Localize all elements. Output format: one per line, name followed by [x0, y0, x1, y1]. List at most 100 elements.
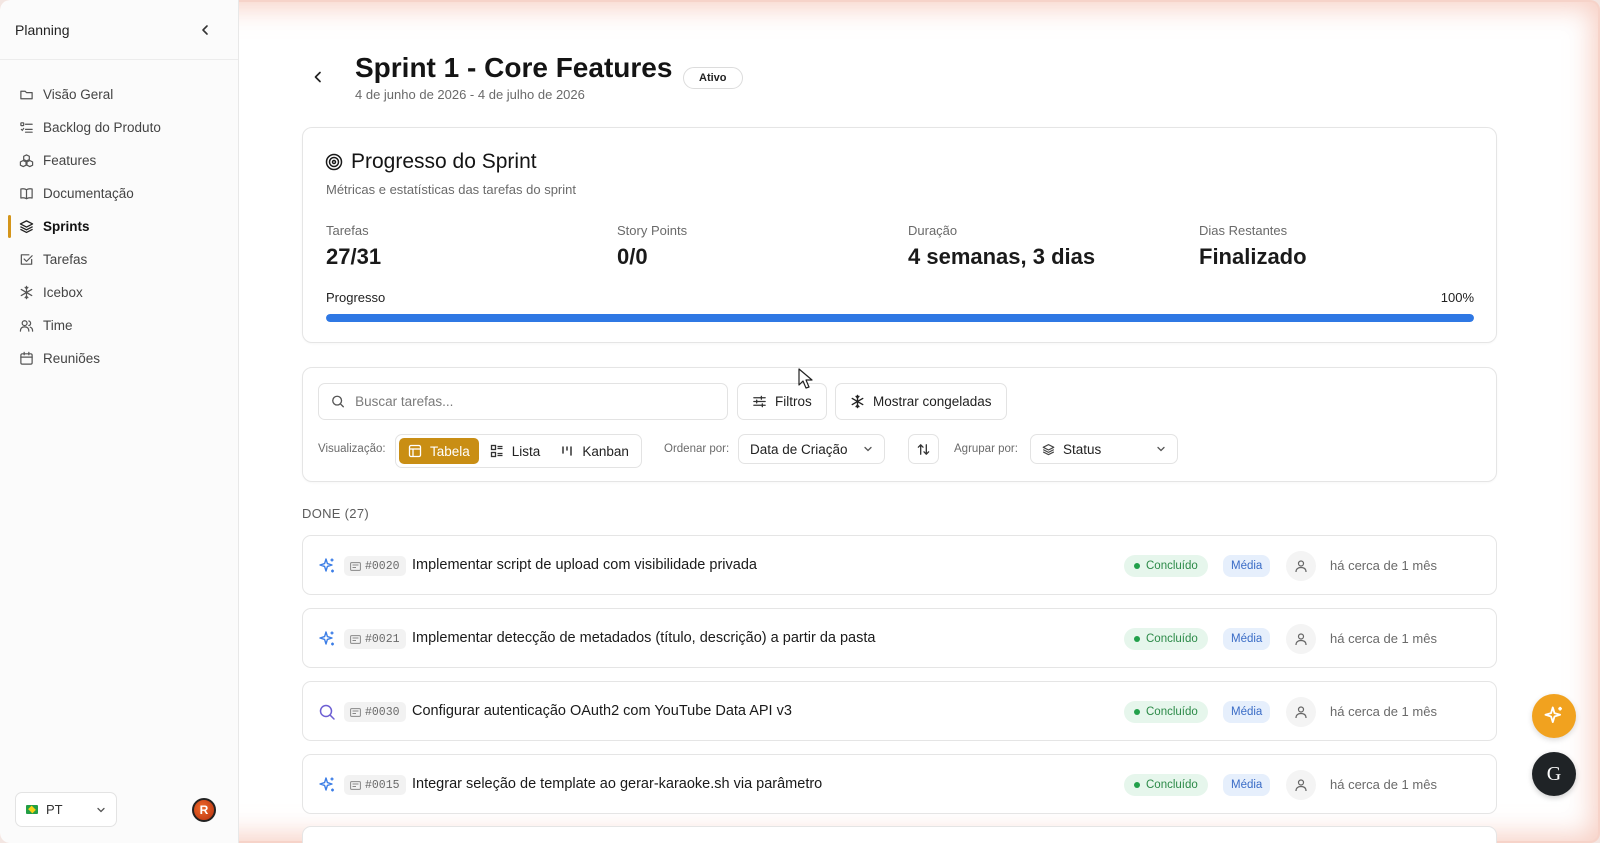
sidebar-title: Planning — [15, 21, 70, 38]
task-time: há cerca de 1 mês — [1330, 777, 1437, 792]
snowflake-icon — [20, 285, 33, 300]
language-value: PT — [46, 802, 63, 817]
language-select[interactable]: PT — [15, 792, 117, 827]
priority-badge: Média — [1223, 555, 1271, 577]
metric-duracao: Duração 4 semanas, 3 dias — [908, 223, 1095, 270]
search-box — [318, 383, 728, 420]
assignee-avatar[interactable] — [1286, 624, 1316, 654]
sliders-icon — [753, 395, 766, 408]
sidebar-item-tarefas[interactable]: Tarefas — [0, 243, 238, 276]
assignee-avatar[interactable] — [1286, 697, 1316, 727]
sidebar-item-visao-geral[interactable]: Visão Geral — [0, 78, 238, 111]
g-widget-label: G — [1546, 762, 1562, 785]
main-content: Sprint 1 - Core Features Ativo 4 de junh… — [240, 0, 1600, 843]
view-table-label: Tabela — [430, 443, 470, 459]
status-text: Concluído — [1146, 633, 1198, 645]
task-title: Integrar seleção de template ao gerar-ka… — [412, 776, 823, 792]
sparkles-icon — [319, 558, 334, 573]
task-row[interactable]: #0020 Implementar script de upload com v… — [302, 535, 1497, 595]
sprint-dates: 4 de junho de 2026 - 4 de julho de 2026 — [355, 87, 585, 102]
sidebar-item-documentacao[interactable]: Documentação — [0, 177, 238, 210]
task-id: #0021 — [344, 629, 406, 649]
task-row[interactable]: #0030 Configurar autenticação OAuth2 com… — [302, 681, 1497, 741]
sidebar-footer: PT R — [15, 792, 216, 827]
sort-direction-button[interactable] — [908, 434, 939, 464]
status-badge: Ativo — [683, 67, 743, 89]
sidebar-item-sprints[interactable]: Sprints — [0, 210, 238, 243]
view-list-button[interactable]: Lista — [481, 438, 550, 464]
sort-select[interactable]: Data de Criação — [738, 434, 885, 464]
metric-label: Duração — [908, 223, 958, 238]
sidebar-item-reunioes[interactable]: Reuniões — [0, 342, 238, 375]
user-icon — [1295, 706, 1307, 719]
book-icon — [20, 188, 33, 200]
sidebar-item-features[interactable]: Features — [0, 144, 238, 177]
group-label: Agrupar por: — [954, 443, 1018, 455]
task-id-text: #0015 — [365, 778, 400, 792]
user-avatar[interactable]: R — [192, 797, 216, 822]
sort-label: Ordenar por: — [664, 443, 730, 455]
status-dot — [1134, 563, 1140, 569]
progress-bar — [326, 314, 1474, 322]
progress-percent: 100% — [1440, 290, 1474, 305]
metric-tarefas: Tarefas 27/31 — [326, 223, 381, 270]
layers-icon — [1042, 443, 1055, 455]
list-icon — [490, 444, 503, 458]
sidebar-item-time[interactable]: Time — [0, 309, 238, 342]
status-dot — [1134, 782, 1140, 788]
app-window: Planning Visão Geral Backlog do Produto … — [0, 0, 1600, 843]
g-widget-button[interactable]: G — [1532, 752, 1576, 796]
target-icon — [325, 153, 343, 171]
priority-badge: Média — [1223, 701, 1271, 723]
ticket-icon — [350, 707, 361, 717]
task-row-partial[interactable] — [302, 826, 1497, 843]
progress-subtitle: Métricas e estatísticas das tarefas do s… — [326, 182, 576, 197]
task-row[interactable]: #0021 Implementar detecção de metadados … — [302, 608, 1497, 668]
metric-dias-restantes: Dias Restantes Finalizado — [1199, 223, 1307, 270]
assignee-avatar[interactable] — [1286, 551, 1316, 581]
kanban-icon — [562, 446, 573, 456]
sidebar-item-icebox[interactable]: Icebox — [0, 276, 238, 309]
view-label: Visualização: — [318, 443, 386, 455]
user-icon — [1295, 560, 1307, 573]
sidebar-item-backlog[interactable]: Backlog do Produto — [0, 111, 238, 144]
show-frozen-button[interactable]: Mostrar congeladas — [835, 383, 1007, 420]
task-id-text: #0030 — [365, 705, 400, 719]
collapse-sidebar-button[interactable] — [196, 21, 214, 39]
view-kanban-label: Kanban — [582, 443, 629, 459]
task-time: há cerca de 1 mês — [1330, 631, 1437, 646]
back-button[interactable] — [310, 69, 326, 85]
metric-label: Tarefas — [326, 223, 369, 238]
chevron-down-icon — [1157, 446, 1165, 452]
view-kanban-button[interactable]: Kanban — [551, 438, 638, 464]
sparkles-icon — [319, 777, 334, 792]
metric-value: Finalizado — [1199, 244, 1307, 269]
metric-value: 0/0 — [617, 244, 648, 269]
progress-title: Progresso do Sprint — [325, 150, 537, 174]
sparkles-icon — [1544, 706, 1562, 724]
progress-bar-label: Progresso — [326, 290, 386, 305]
status-badge: Concluído — [1124, 701, 1208, 723]
status-text: Concluído — [1146, 560, 1198, 572]
avatar-initial: R — [199, 802, 209, 817]
filters-button-label: Filtros — [775, 394, 812, 409]
ticket-icon — [350, 634, 361, 644]
sidebar-item-label: Documentação — [43, 186, 134, 201]
user-icon — [1295, 633, 1307, 646]
assignee-avatar[interactable] — [1286, 770, 1316, 800]
view-table-button[interactable]: Tabela — [399, 438, 479, 464]
sidebar-item-label: Sprints — [43, 219, 90, 234]
task-title: Implementar detecção de metadados (títul… — [412, 630, 876, 646]
show-frozen-label: Mostrar congeladas — [873, 394, 992, 409]
task-row[interactable]: #0015 Integrar seleção de template ao ge… — [302, 754, 1497, 814]
search-input[interactable] — [355, 394, 715, 409]
page-title: Sprint 1 - Core Features — [355, 52, 673, 83]
status-dot — [1134, 636, 1140, 642]
status-badge: Concluído — [1124, 628, 1208, 650]
chevron-down-icon — [864, 446, 872, 452]
chevron-left-icon — [314, 71, 321, 83]
ai-assistant-button[interactable] — [1532, 694, 1576, 738]
priority-badge: Média — [1223, 628, 1271, 650]
group-select[interactable]: Status — [1030, 434, 1178, 464]
task-id: #0015 — [344, 775, 406, 795]
